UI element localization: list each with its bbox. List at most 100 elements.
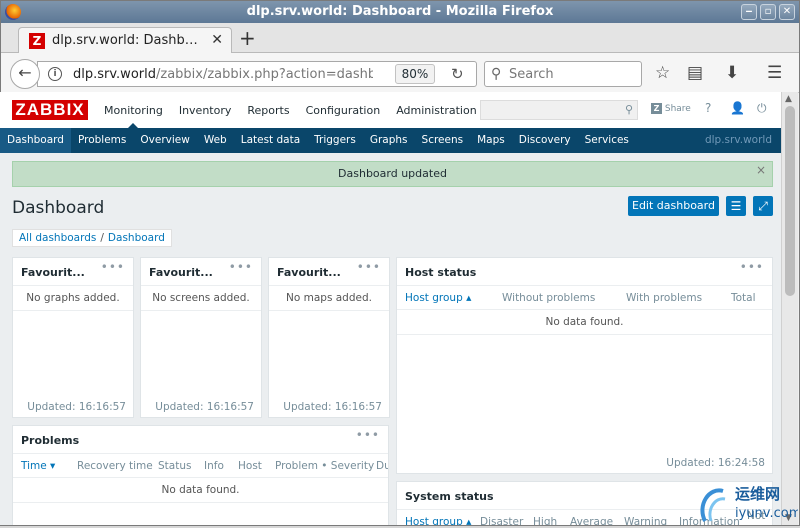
table-header: Time ▾ Recovery time Status Info Host Pr…: [13, 454, 388, 478]
bookmark-star-icon[interactable]: ☆: [655, 63, 670, 83]
submenu-overview[interactable]: Overview: [133, 128, 196, 153]
col-recovery-time: Recovery time: [77, 459, 153, 472]
submenu-problems[interactable]: Problems: [71, 128, 133, 153]
col-high: High: [533, 515, 558, 526]
zabbix-share-icon: Z: [651, 103, 662, 114]
watermark: 运维网 iyunv.com: [695, 477, 800, 525]
new-tab-icon[interactable]: +: [239, 27, 256, 49]
reading-list-icon[interactable]: ▤: [687, 63, 703, 83]
menu-inventory[interactable]: Inventory: [171, 92, 240, 128]
table-header: Host group ▴ Without problems With probl…: [397, 286, 772, 310]
success-message: Dashboard updated ×: [12, 161, 773, 187]
zabbix-top-nav: ZABBIX Monitoring Inventory Reports Conf…: [0, 92, 781, 129]
tab-bar: Z dlp.srv.world: Dashb… ✕ +: [1, 23, 799, 54]
reload-icon[interactable]: ↻: [451, 65, 464, 83]
submenu-services[interactable]: Services: [578, 128, 636, 153]
server-name: dlp.srv.world: [704, 134, 772, 146]
page-content: ZABBIX Monitoring Inventory Reports Conf…: [0, 92, 781, 525]
widget-favourite-screens: Favourit... ••• No screens added. Updated…: [140, 257, 262, 418]
col-problem-severity: Problem • Severity: [275, 459, 375, 472]
breadcrumb-all-dashboards[interactable]: All dashboards: [19, 232, 96, 244]
browser-tab[interactable]: Z dlp.srv.world: Dashb… ✕: [18, 27, 232, 54]
edit-dashboard-button[interactable]: Edit dashboard: [628, 196, 719, 216]
col-time[interactable]: Time ▾: [21, 460, 55, 472]
sub-menu: Dashboard Problems Overview Web Latest d…: [0, 128, 781, 153]
empty-message: No graphs added.: [13, 286, 133, 311]
widget-host-status: Host status ••• Host group ▴ Without prob…: [396, 257, 773, 474]
widget-favourite-maps: Favourit... ••• No maps added. Updated: 1…: [268, 257, 390, 418]
submenu-dashboard[interactable]: Dashboard: [0, 128, 71, 153]
minimize-icon[interactable]: ‒: [741, 4, 757, 20]
fullscreen-icon[interactable]: ⤢: [753, 196, 773, 216]
search-field[interactable]: ⚲ Search: [484, 61, 642, 87]
submenu-web[interactable]: Web: [197, 128, 234, 153]
col-status: Status: [158, 459, 192, 472]
scrollbar-thumb[interactable]: [785, 106, 795, 296]
col-host: Host: [238, 459, 262, 472]
zabbix-search-input[interactable]: ⚲: [480, 100, 638, 120]
svg-text:运维网: 运维网: [735, 485, 780, 503]
downloads-icon[interactable]: ⬇: [725, 63, 739, 83]
widget-menu-icon[interactable]: •••: [101, 260, 125, 274]
submenu-screens[interactable]: Screens: [415, 128, 471, 153]
dashboard-actions-icon[interactable]: ☰: [726, 196, 746, 216]
site-info-icon[interactable]: i: [48, 67, 62, 81]
zabbix-logo[interactable]: ZABBIX: [12, 100, 88, 120]
updated-time: Updated: 16:16:57: [283, 401, 382, 413]
widget-title: Host status: [405, 266, 477, 279]
back-button[interactable]: ←: [10, 59, 40, 89]
tab-title: dlp.srv.world: Dashb…: [52, 33, 198, 48]
menu-icon[interactable]: ☰: [767, 63, 782, 83]
submenu-maps[interactable]: Maps: [470, 128, 512, 153]
main-menu: Monitoring Inventory Reports Configurati…: [96, 92, 485, 129]
menu-administration[interactable]: Administration: [388, 92, 485, 128]
page-title: Dashboard: [12, 198, 105, 218]
tab-close-icon[interactable]: ✕: [211, 32, 223, 48]
back-arrow-icon: ←: [18, 63, 32, 82]
submenu-graphs[interactable]: Graphs: [363, 128, 415, 153]
url-bar[interactable]: i dlp.srv.world/zabbix/zabbix.php?action…: [37, 61, 477, 87]
menu-monitoring[interactable]: Monitoring: [96, 92, 171, 129]
col-without-problems: Without problems: [502, 291, 596, 304]
scroll-up-icon[interactable]: ▲: [785, 94, 792, 104]
zabbix-favicon: Z: [29, 33, 45, 49]
menu-configuration[interactable]: Configuration: [298, 92, 389, 128]
help-icon[interactable]: ?: [705, 101, 711, 115]
widget-menu-icon[interactable]: •••: [356, 428, 380, 442]
close-icon[interactable]: ✕: [779, 4, 795, 20]
breadcrumb-dashboard[interactable]: Dashboard: [108, 232, 165, 244]
message-text: Dashboard updated: [338, 167, 447, 180]
updated-time: Updated: 16:16:57: [27, 401, 126, 413]
widget-menu-icon[interactable]: •••: [229, 260, 253, 274]
widget-title: Favourit...: [149, 266, 213, 279]
col-host-group[interactable]: Host group ▴: [405, 292, 471, 304]
firefox-icon: [5, 4, 21, 20]
submenu-latest-data[interactable]: Latest data: [234, 128, 307, 153]
title-bar: dlp.srv.world: Dashboard - Mozilla Firef…: [1, 1, 799, 23]
updated-time: Updated: 16:16:57: [155, 401, 254, 413]
zoom-level[interactable]: 80%: [395, 64, 435, 84]
col-host-group[interactable]: Host group ▴: [405, 516, 471, 526]
share-button[interactable]: Z Share: [651, 103, 691, 114]
col-warning: Warning: [624, 515, 668, 526]
watermark-logo-icon: 运维网 iyunv.com: [700, 485, 800, 522]
search-placeholder: Search: [509, 67, 554, 82]
col-info: Info: [204, 459, 224, 472]
col-average: Average: [570, 515, 614, 526]
widget-menu-icon[interactable]: •••: [357, 260, 381, 274]
menu-reports[interactable]: Reports: [239, 92, 297, 128]
breadcrumb: All dashboards / Dashboard: [12, 229, 172, 247]
submenu-triggers[interactable]: Triggers: [307, 128, 363, 153]
user-profile-icon[interactable]: 👤: [730, 101, 745, 115]
submenu-discovery[interactable]: Discovery: [512, 128, 578, 153]
page-scrollbar[interactable]: ▲ ▼: [781, 92, 798, 525]
window-title: dlp.srv.world: Dashboard - Mozilla Firef…: [246, 4, 554, 19]
search-icon[interactable]: ⚲: [625, 103, 633, 116]
dismiss-icon[interactable]: ×: [756, 158, 766, 182]
url-text[interactable]: dlp.srv.world/zabbix/zabbix.php?action=d…: [73, 67, 373, 82]
sign-out-icon[interactable]: ⏻: [757, 101, 767, 116]
widget-title: Favourit...: [21, 266, 85, 279]
maximize-icon[interactable]: ▫: [760, 4, 776, 20]
widget-menu-icon[interactable]: •••: [740, 260, 764, 274]
col-duration: Du: [376, 459, 388, 472]
